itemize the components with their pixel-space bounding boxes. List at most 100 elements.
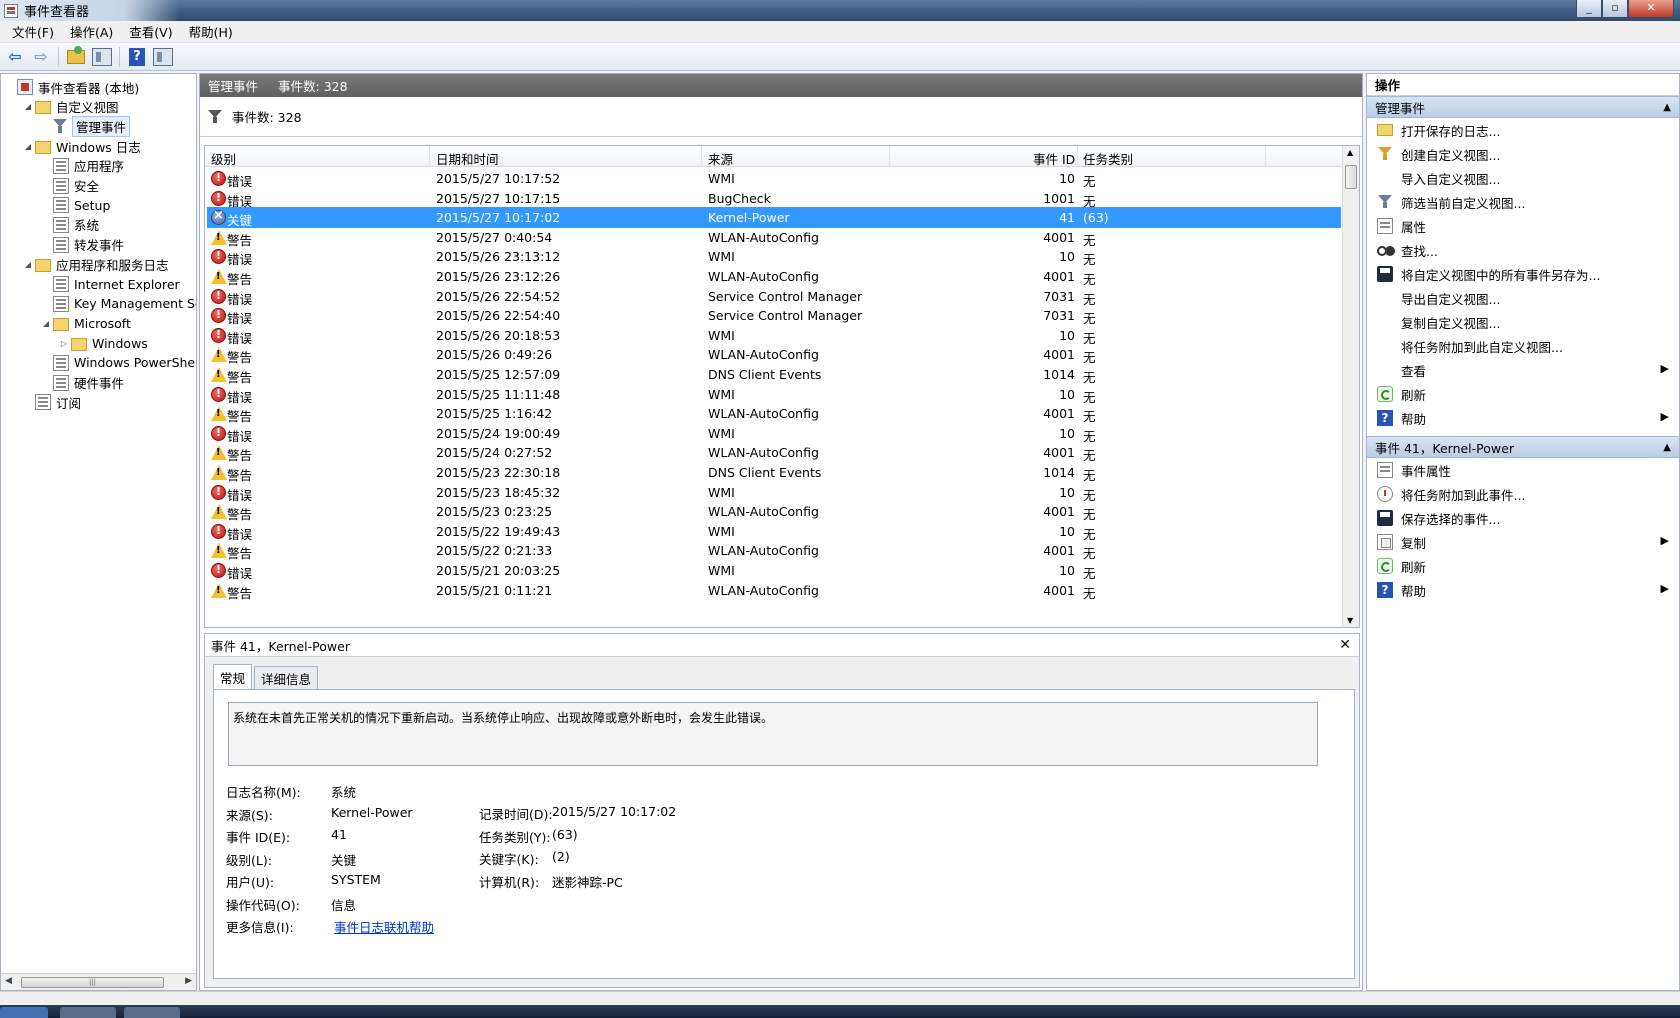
online-help-link[interactable]: 事件日志联机帮助 — [334, 917, 434, 936]
action-item[interactable]: 将任务附加到此自定义视图... — [1367, 334, 1679, 358]
event-row[interactable]: 警告2015/5/22 0:21:33WLAN-AutoConfig4001无 — [207, 540, 1341, 561]
minimize-button[interactable]: _ — [1576, 0, 1602, 18]
action-item[interactable]: ? 帮助 ▶ — [1367, 406, 1679, 430]
event-row[interactable]: 错误2015/5/26 23:13:12WMI10无 — [207, 246, 1341, 267]
scroll-thumb[interactable] — [1345, 165, 1357, 189]
action-item[interactable]: 查找... — [1367, 238, 1679, 262]
event-row[interactable]: 错误2015/5/24 19:00:49WMI10无 — [207, 423, 1341, 444]
collapse-icon[interactable]: ▲ — [1663, 442, 1671, 453]
tree-item[interactable]: 系统 — [41, 215, 99, 235]
col-task-category[interactable]: 任务类别 — [1083, 149, 1133, 168]
show-hide-tree-button[interactable] — [91, 46, 113, 68]
action-item[interactable]: 保存选择的事件... — [1367, 506, 1679, 530]
action-item[interactable]: 创建自定义视图... — [1367, 142, 1679, 166]
action-item[interactable]: 事件属性 — [1367, 458, 1679, 482]
event-row[interactable]: 错误2015/5/21 20:03:25WMI10无 — [207, 560, 1341, 581]
action-item[interactable]: 复制自定义视图... — [1367, 310, 1679, 334]
col-source[interactable]: 来源 — [708, 149, 733, 168]
expander-icon[interactable]: ◢ — [41, 319, 51, 328]
action-item[interactable]: 筛选当前自定义视图... — [1367, 190, 1679, 214]
up-folder-button[interactable] — [65, 45, 87, 68]
tree-item[interactable]: 订阅 — [23, 392, 81, 412]
action-item[interactable]: 将任务附加到此事件... — [1367, 482, 1679, 506]
column-separator[interactable] — [429, 146, 430, 167]
column-separator[interactable] — [1077, 146, 1078, 167]
event-row[interactable]: 错误2015/5/26 20:18:53WMI10无 — [207, 325, 1341, 346]
tree-item[interactable]: 转发事件 — [41, 235, 124, 255]
tree-item[interactable]: 安全 — [41, 176, 99, 196]
show-hide-action-pane-button[interactable] — [152, 46, 174, 68]
help-toolbar-button[interactable]: ? — [126, 46, 148, 68]
menu-view[interactable]: 查看(V) — [121, 22, 180, 41]
tree-item[interactable]: ◢ 应用程序和服务日志 — [23, 254, 169, 274]
event-row[interactable]: 错误2015/5/23 18:45:32WMI10无 — [207, 482, 1341, 503]
event-row[interactable]: 警告2015/5/23 0:23:25WLAN-AutoConfig4001无 — [207, 501, 1341, 522]
tree-item[interactable]: Setup — [41, 195, 110, 215]
maximize-button[interactable]: ▫ — [1602, 0, 1628, 18]
action-item[interactable]: 刷新 — [1367, 382, 1679, 406]
tree-item[interactable]: ◢ 自定义视图 — [23, 97, 119, 117]
event-row[interactable]: 警告2015/5/24 0:27:52WLAN-AutoConfig4001无 — [207, 442, 1341, 463]
event-row[interactable]: 关键2015/5/27 10:17:02Kernel-Power41(63) — [207, 207, 1341, 229]
event-row[interactable]: 警告 2015/5/21 0:11:21 WLAN-AutoConfig 4001 无 — [207, 580, 1341, 601]
event-row[interactable]: 警告2015/5/26 0:49:26WLAN-AutoConfig4001无 — [207, 344, 1341, 365]
action-item[interactable]: 复制 ▶ — [1367, 530, 1679, 554]
tree-horizontal-scrollbar[interactable]: ◀ ||| ▶ — [1, 973, 196, 990]
event-row[interactable]: 警告2015/5/26 23:12:26WLAN-AutoConfig4001无 — [207, 266, 1341, 287]
tree-item[interactable]: 管理事件 — [41, 115, 131, 137]
tree-item[interactable]: ◢ Windows 日志 — [23, 136, 141, 156]
close-detail-icon[interactable]: ✕ — [1339, 637, 1351, 653]
scroll-down-arrow[interactable]: ▼ — [1347, 616, 1353, 625]
col-event-id[interactable]: 事件 ID — [1033, 149, 1075, 168]
column-separator[interactable] — [1265, 146, 1266, 167]
forward-button[interactable]: ⇨ — [30, 46, 52, 68]
collapse-icon[interactable]: ▲ — [1663, 102, 1671, 113]
tree-item[interactable]: 事件查看器 (本地) — [5, 77, 139, 97]
event-row[interactable]: 错误2015/5/27 10:17:15BugCheck1001无 — [207, 188, 1341, 209]
scroll-up-arrow[interactable]: ▲ — [1347, 148, 1353, 157]
action-item[interactable]: ? 帮助 ▶ — [1367, 578, 1679, 602]
menu-file[interactable]: 文件(F) — [4, 22, 62, 41]
expander-icon[interactable]: ◢ — [23, 142, 33, 151]
event-row[interactable]: 错误2015/5/27 10:17:52WMI10无 — [207, 168, 1341, 189]
menu-help[interactable]: 帮助(H) — [181, 22, 241, 41]
scroll-right-arrow[interactable]: ▶ — [185, 976, 192, 986]
action-item[interactable]: 将自定义视图中的所有事件另存为... — [1367, 262, 1679, 286]
expander-icon[interactable]: ◢ — [23, 102, 33, 111]
tree-item[interactable]: 硬件事件 — [41, 373, 124, 393]
event-row[interactable]: 警告2015/5/25 12:57:09DNS Client Events101… — [207, 364, 1341, 385]
tree-item[interactable]: Key Management Serv — [41, 294, 196, 314]
action-section-header[interactable]: 管理事件 ▲ — [1367, 96, 1679, 118]
action-item[interactable]: 导出自定义视图... — [1367, 286, 1679, 310]
column-separator[interactable] — [701, 146, 702, 167]
event-list-scrollbar[interactable]: ▲ ▼ — [1342, 146, 1359, 627]
event-row[interactable]: 错误2015/5/26 22:54:52Service Control Mana… — [207, 286, 1341, 307]
tree-item[interactable]: ▷ Windows — [59, 333, 148, 353]
taskbar-button[interactable] — [60, 1007, 116, 1018]
tree-item[interactable]: Internet Explorer — [41, 274, 180, 294]
action-item[interactable]: 刷新 — [1367, 554, 1679, 578]
action-item[interactable]: 属性 — [1367, 214, 1679, 238]
event-row[interactable]: 错误2015/5/22 19:49:43WMI10无 — [207, 521, 1341, 542]
action-item[interactable]: 导入自定义视图... — [1367, 166, 1679, 190]
col-datetime[interactable]: 日期和时间 — [436, 149, 499, 168]
action-section-header[interactable]: 事件 41，Kernel-Power ▲ — [1367, 436, 1679, 458]
event-row[interactable]: 警告2015/5/27 0:40:54WLAN-AutoConfig4001无 — [207, 227, 1341, 248]
event-row[interactable]: 错误2015/5/25 11:11:48WMI10无 — [207, 384, 1341, 405]
event-row[interactable]: 警告2015/5/23 22:30:18DNS Client Events101… — [207, 462, 1341, 483]
taskbar-button[interactable] — [124, 1007, 180, 1018]
event-description[interactable]: 系统在未首先正常关机的情况下重新启动。当系统停止响应、出现故障或意外断电时，会发… — [228, 702, 1318, 766]
start-button[interactable] — [0, 1007, 48, 1018]
close-button[interactable]: ✕ — [1628, 0, 1674, 18]
column-separator[interactable] — [889, 146, 890, 167]
back-button[interactable]: ⇦ — [4, 46, 26, 68]
tree-item[interactable]: 应用程序 — [41, 156, 124, 176]
action-item[interactable]: 查看 ▶ — [1367, 358, 1679, 382]
tree-item[interactable]: Windows PowerShell — [41, 353, 196, 373]
col-level[interactable]: 级别 — [211, 149, 236, 168]
event-row[interactable]: 错误2015/5/26 22:54:40Service Control Mana… — [207, 305, 1341, 326]
tree-item[interactable]: ◢ Microsoft — [41, 313, 131, 333]
expander-icon[interactable]: ▷ — [59, 339, 69, 348]
menu-action[interactable]: 操作(A) — [62, 22, 121, 41]
event-row[interactable]: 警告2015/5/25 1:16:42WLAN-AutoConfig4001无 — [207, 403, 1341, 424]
